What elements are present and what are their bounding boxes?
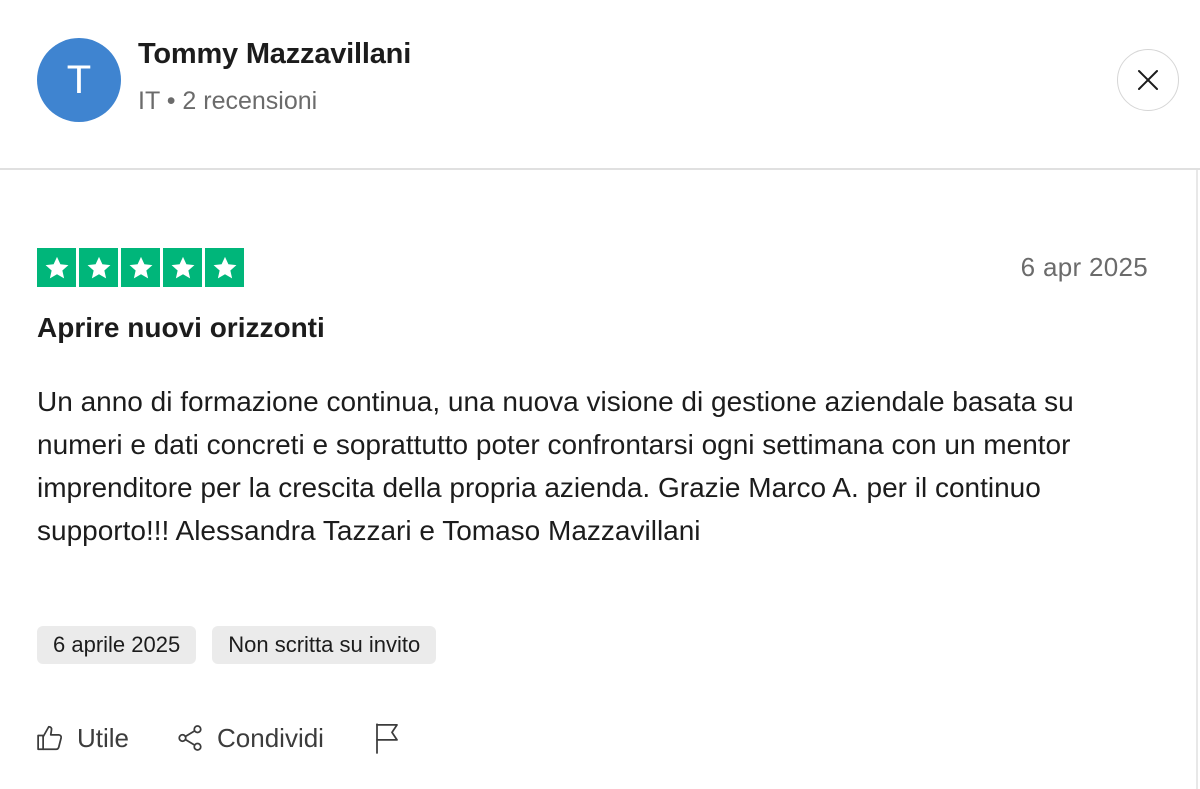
- star-rating: [37, 248, 244, 287]
- share-button[interactable]: Condividi: [175, 723, 324, 754]
- reviewer-header: T Tommy Mazzavillani IT • 2 recensioni: [0, 0, 1200, 170]
- star-icon: [79, 248, 118, 287]
- review-body: Un anno di formazione continua, una nuov…: [37, 386, 1074, 546]
- flag-icon: [376, 723, 398, 754]
- star-icon: [121, 248, 160, 287]
- share-label: Condividi: [217, 722, 324, 753]
- star-icon: [163, 248, 202, 287]
- avatar[interactable]: T: [37, 38, 121, 122]
- report-button[interactable]: [372, 721, 402, 755]
- reviewer-meta: IT • 2 recensioni: [138, 87, 318, 115]
- share-icon: [178, 725, 202, 751]
- close-button[interactable]: [1117, 49, 1179, 111]
- thumbs-up-icon: [37, 725, 63, 751]
- star-icon: [37, 248, 76, 287]
- review-actions: Utile Condividi: [35, 721, 402, 755]
- useful-label: Utile: [77, 722, 130, 753]
- close-icon: [1138, 70, 1158, 90]
- useful-button[interactable]: Utile: [35, 723, 129, 754]
- review-title: Aprire nuovi orizzonti: [37, 312, 325, 343]
- reviewer-name[interactable]: Tommy Mazzavillani: [138, 38, 411, 71]
- review-date: 6 apr 2025: [1020, 252, 1148, 282]
- panel-edge: [1196, 170, 1198, 789]
- invitation-status-tag: Non scritta su invito: [212, 626, 437, 664]
- star-icon: [205, 248, 244, 287]
- experience-date-tag: 6 aprile 2025: [37, 626, 197, 664]
- review-tags: 6 aprile 2025 Non scritta su invito: [37, 626, 437, 664]
